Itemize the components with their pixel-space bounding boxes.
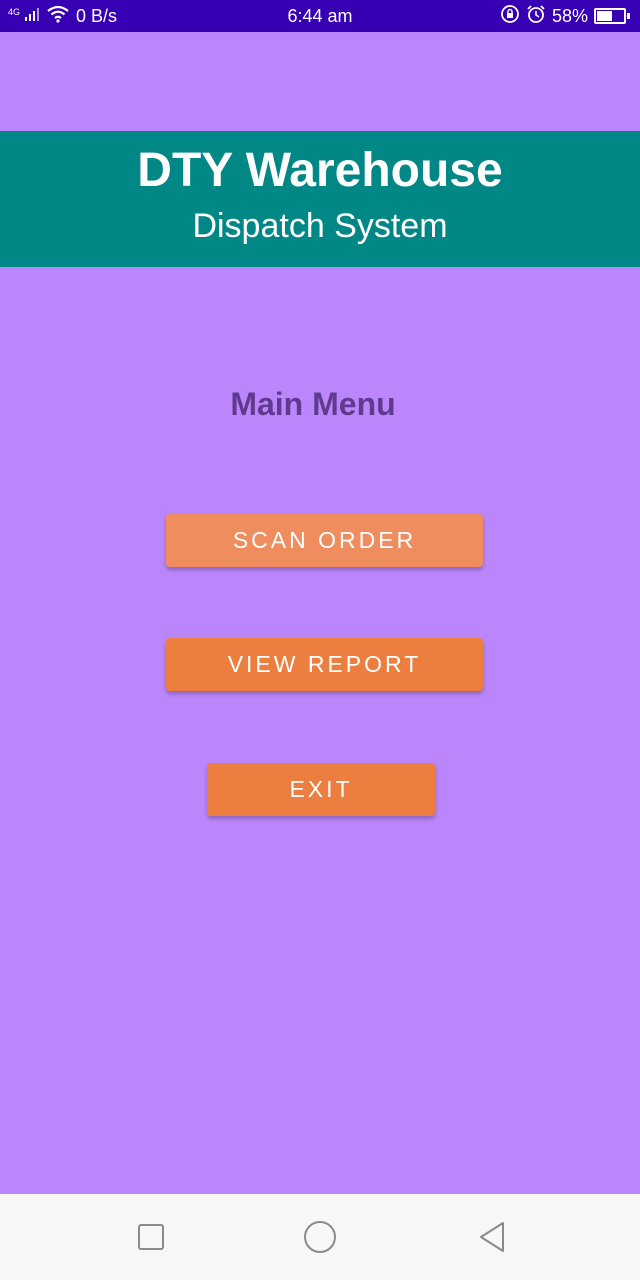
rotation-lock-icon: [500, 4, 520, 29]
status-bar: 4G 0 B/s 6:44 am 58%: [0, 0, 640, 32]
app-header: DTY Warehouse Dispatch System: [0, 131, 640, 267]
main-menu-title: Main Menu: [230, 386, 396, 422]
scan-order-button[interactable]: SCAN ORDER: [166, 514, 483, 567]
home-button[interactable]: [280, 1194, 360, 1280]
view-report-button[interactable]: VIEW REPORT: [166, 638, 483, 691]
back-button[interactable]: [452, 1194, 532, 1280]
status-right: 58%: [500, 0, 630, 32]
status-time: 6:44 am: [287, 5, 353, 26]
wifi-icon: [46, 5, 70, 28]
back-icon: [480, 1222, 504, 1252]
recent-apps-icon: [138, 1224, 164, 1250]
battery-percent: 58%: [551, 5, 588, 26]
home-icon: [304, 1221, 336, 1253]
signal-icon: [24, 6, 40, 27]
app-title: DTY Warehouse: [137, 144, 503, 197]
navigation-bar: [0, 1194, 640, 1280]
data-speed: 0 B/s: [76, 5, 118, 26]
exit-button[interactable]: EXIT: [207, 763, 435, 816]
battery-icon: [594, 8, 630, 24]
battery-level: [597, 11, 613, 21]
network-type-label: 4G: [8, 7, 21, 17]
app-subtitle: Dispatch System: [192, 207, 448, 245]
status-left: 4G 0 B/s: [8, 0, 117, 32]
alarm-icon: [526, 4, 546, 29]
recent-apps-button[interactable]: [111, 1194, 191, 1280]
